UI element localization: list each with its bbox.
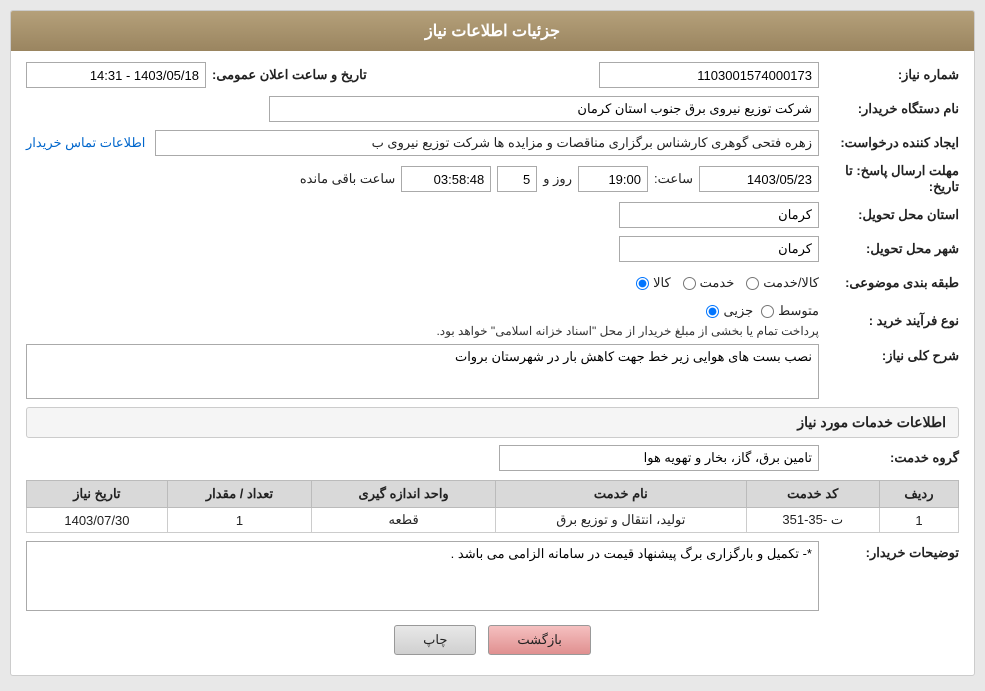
tosihaat-label: توضیحات خریدار: — [819, 541, 959, 561]
mohlat-saat-input[interactable] — [578, 166, 648, 192]
shomara-niaz-input[interactable] — [599, 62, 819, 88]
nooe-motavasset-radio[interactable] — [761, 305, 774, 318]
mohlat-label: مهلت ارسال پاسخ: تا تاریخ: — [819, 163, 959, 195]
group-khedmat-input[interactable] — [499, 445, 819, 471]
col-kod: کد خدمت — [746, 481, 879, 508]
services-table: ردیف کد خدمت نام خدمت واحد اندازه گیری ت… — [26, 480, 959, 533]
mohlat-baqi-label: ساعت باقی مانده — [300, 171, 395, 187]
group-khedmat-label: گروه خدمت: — [819, 450, 959, 466]
shahr-tahvil-label: شهر محل تحویل: — [819, 241, 959, 257]
print-button[interactable]: چاپ — [394, 625, 476, 655]
sharh-label: شرح کلی نیاز: — [819, 344, 959, 364]
mohlat-date-input[interactable] — [699, 166, 819, 192]
table-row: 1ت -35-351تولید، انتقال و توزیع برققطعه1… — [27, 508, 959, 533]
tabaqe-label: طبقه بندی موضوعی: — [819, 275, 959, 291]
tosihaat-textarea[interactable]: *- تکمیل و بارگزاری برگ پیشنهاد قیمت در … — [26, 541, 819, 611]
nam-dastgah-input[interactable] — [269, 96, 819, 122]
mohlat-baqi-input[interactable] — [401, 166, 491, 192]
tabaqe-khedmat-radio[interactable] — [683, 277, 696, 290]
page-title: جزئیات اطلاعات نیاز — [425, 23, 560, 40]
tabaqe-khedmat-label: خدمت — [700, 275, 735, 291]
page-header: جزئیات اطلاعات نیاز — [11, 11, 974, 51]
mohlat-roz-label: روز و — [543, 171, 572, 187]
sharh-textarea[interactable]: نصب بست های هوایی زیر خط جهت کاهش بار در… — [26, 344, 819, 399]
nooe-farayand-label: نوع فرآیند خرید : — [819, 313, 959, 329]
ostan-tahvil-label: استان محل تحویل: — [819, 207, 959, 223]
tabaqe-kala-khedmat-label: کالا/خدمت — [763, 275, 819, 291]
ijad-label: ایجاد کننده درخواست: — [819, 135, 959, 151]
mohlat-saat-label: ساعت: — [654, 171, 693, 187]
col-radif: ردیف — [879, 481, 958, 508]
tarikh-input[interactable] — [26, 62, 206, 88]
ijad-value: زهره فتحی گوهری کارشناس برگزاری مناقصات … — [372, 135, 812, 151]
shomara-niaz-label: شماره نیاز: — [819, 67, 959, 83]
ostan-tahvil-input[interactable] — [619, 202, 819, 228]
back-button[interactable]: بازگشت — [488, 625, 590, 655]
nooe-jozyi-label: جزیی — [723, 303, 753, 319]
tabaqe-kala-label: کالا — [653, 275, 671, 291]
col-tarikh: تاریخ نیاز — [27, 481, 168, 508]
col-nam: نام خدمت — [496, 481, 747, 508]
nooe-jozyi-radio[interactable] — [706, 305, 719, 318]
nooe-motavasset-label: متوسط — [778, 303, 819, 319]
col-vahed: واحد اندازه گیری — [312, 481, 496, 508]
nooe-description: پرداخت تمام یا بخشی از مبلغ خریدار از مح… — [436, 324, 819, 338]
tarikh-label: تاریخ و ساعت اعلان عمومی: — [212, 67, 367, 83]
nam-dastgah-label: نام دستگاه خریدار: — [819, 101, 959, 117]
shahr-tahvil-input[interactable] — [619, 236, 819, 262]
services-section-header: اطلاعات خدمات مورد نیاز — [26, 407, 959, 438]
col-tedad: تعداد / مقدار — [167, 481, 311, 508]
mohlat-roz-input[interactable] — [497, 166, 537, 192]
tabaqe-kala-radio[interactable] — [636, 277, 649, 290]
ettelaat-tamas-link[interactable]: اطلاعات تماس خریدار — [26, 135, 145, 151]
tabaqe-kala-khedmat-radio[interactable] — [746, 277, 759, 290]
